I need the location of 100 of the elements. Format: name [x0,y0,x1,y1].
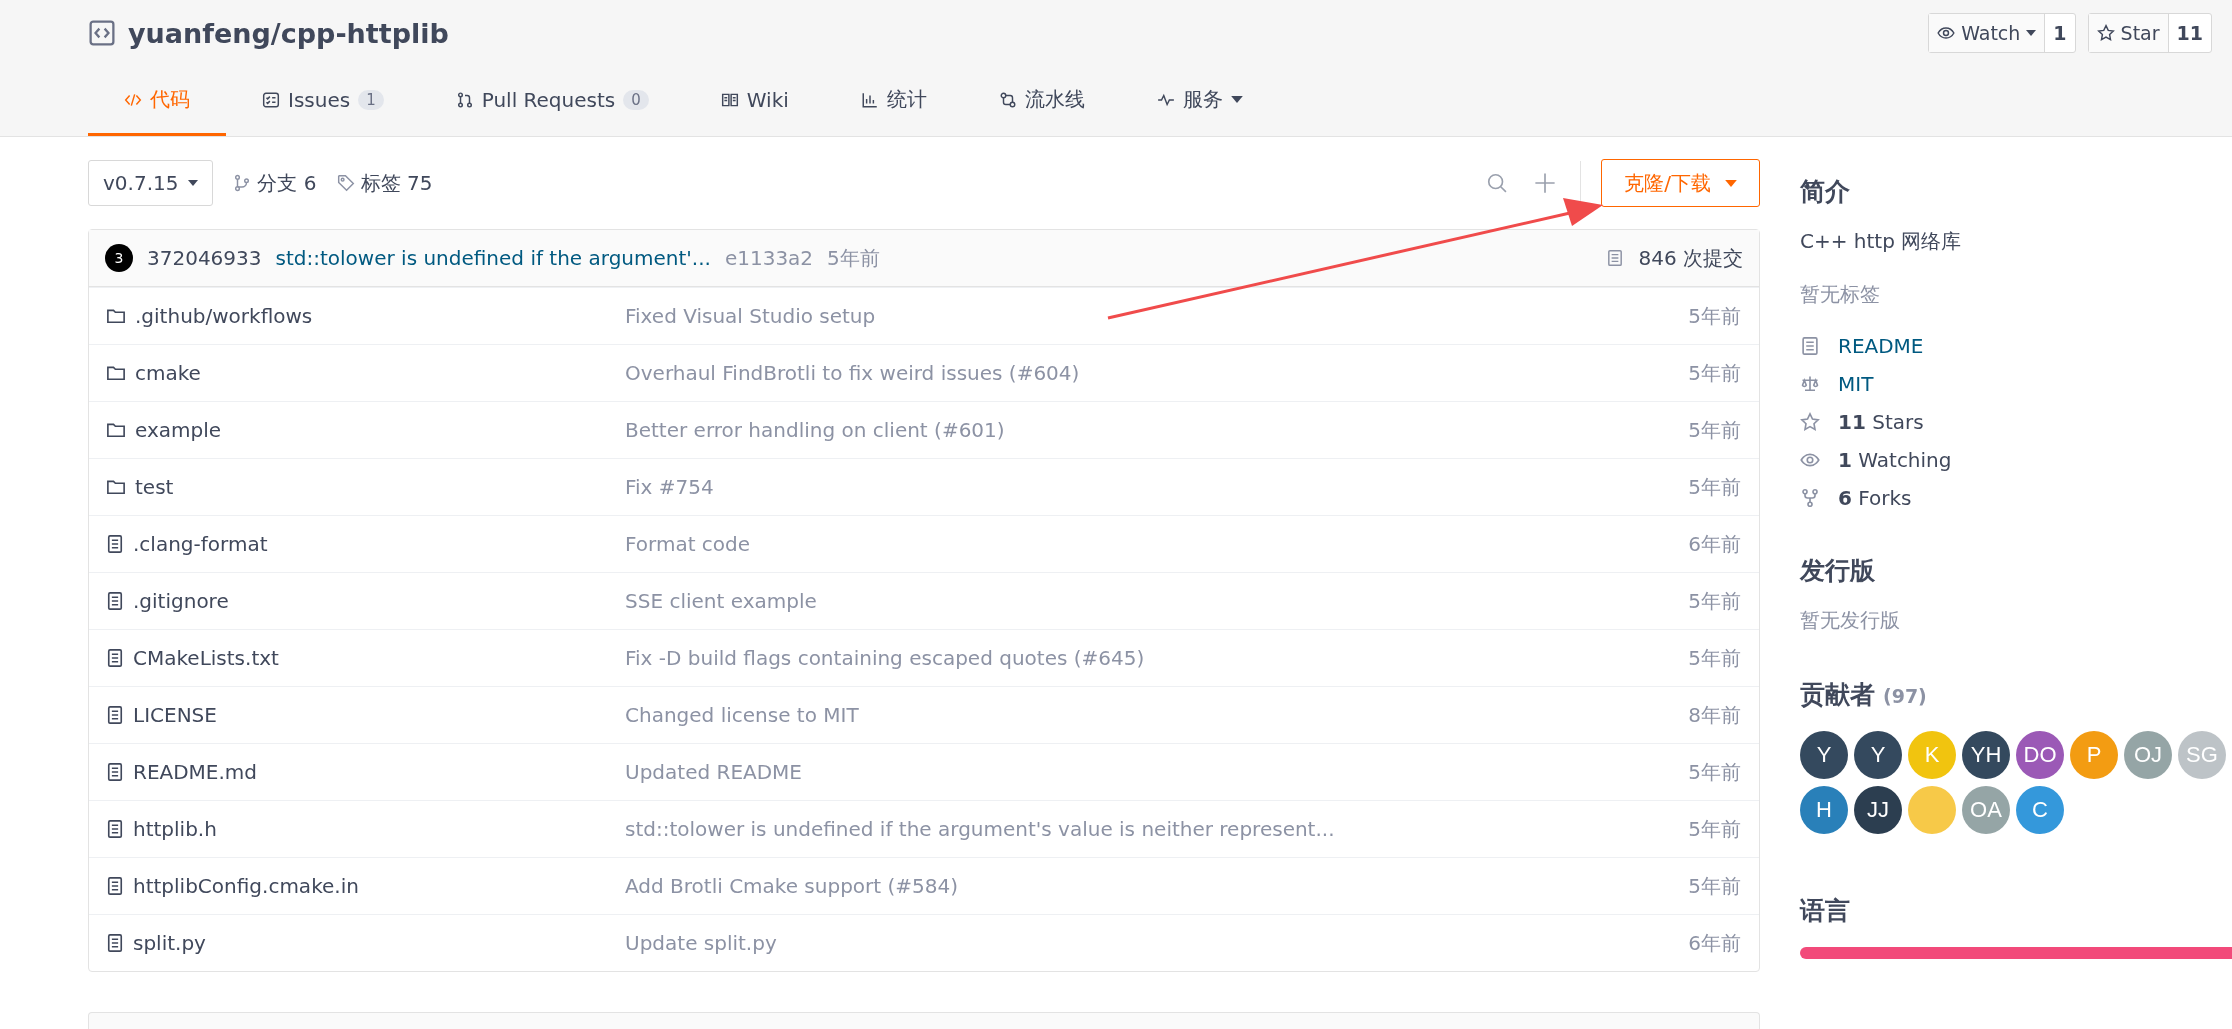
tab-label: Issues [288,87,351,112]
file-time: 5年前 [1688,359,1741,387]
file-name-link[interactable]: test [135,475,174,499]
file-time: 5年前 [1688,872,1741,900]
contributor-avatar[interactable]: H [1800,786,1848,834]
file-icon [105,648,125,668]
nav-tab[interactable]: 统计 [824,66,963,136]
file-icon [105,933,125,953]
repo-description: C++ http 网络库 [1800,228,1963,255]
file-time: 5年前 [1688,416,1741,444]
file-name-link[interactable]: README.md [133,760,258,784]
file-time: 5年前 [1688,302,1741,330]
document-icon [1606,249,1625,267]
star-icon [1800,412,1820,432]
caret-icon [1725,179,1737,187]
section-title: 贡献者 [1800,679,1875,711]
file-time: 6年前 [1688,929,1741,957]
contributor-avatar[interactable]: YH [1962,731,2010,779]
file-time: 8年前 [1688,701,1741,729]
caret-icon [2026,30,2037,36]
search-icon[interactable] [1486,172,1509,194]
file-time: 5年前 [1688,644,1741,672]
tag-icon [336,174,355,192]
nav-tab[interactable]: Pull Requests 0 [419,66,685,136]
watch-button[interactable]: Watch 1 [1928,13,2076,53]
plus-icon[interactable] [1534,172,1557,194]
code-repo-icon [88,19,116,47]
sidebar-link[interactable]: MIT [1838,372,1874,396]
fork-icon [1800,488,1820,508]
contributor-avatar[interactable]: JJ [1854,786,1902,834]
tags-link[interactable]: 标签 75 [360,169,433,197]
file-icon [105,534,125,554]
file-icon [105,591,125,611]
file-icon [105,876,125,896]
stat-link[interactable]: 6 Forks [1838,486,1912,510]
scale-icon [1800,374,1820,394]
sidebar-link[interactable]: README [1838,334,1924,358]
commit-time: 5年前 [827,244,880,272]
contributor-avatar[interactable] [1908,786,1956,834]
branch-label: v0.7.15 [103,171,179,195]
file-name-link[interactable]: .gitignore [133,589,229,613]
section-title: 语言 [1800,895,1851,927]
file-time: 5年前 [1688,587,1741,615]
star-icon [2096,24,2115,42]
contributor-avatar[interactable]: DO [2016,731,2064,779]
tab-label: 统计 [886,86,927,113]
no-tags-text: 暂无标签 [1800,281,1881,308]
pull-request-icon [455,90,474,109]
file-time: 5年前 [1688,758,1741,786]
tab-label: Pull Requests [481,87,616,112]
file-name-link[interactable]: LICENSE [133,703,217,727]
tab-label: Wiki [746,87,789,112]
count-badge: 1 [358,89,384,110]
section-title: 简介 [1800,176,1851,208]
repo-title[interactable]: yuanfeng/cpp-httplib [128,17,449,49]
file-name-link[interactable]: httplibConfig.cmake.in [133,874,359,898]
file-name-link[interactable]: httplib.h [133,817,217,841]
tab-label: 服务 [1182,86,1223,113]
watch-count: 1 [2052,22,2068,44]
file-time: 5年前 [1688,473,1741,501]
branch-dropdown[interactable]: v0.7.15 [88,160,214,206]
count-badge: 0 [623,89,649,110]
branches-link[interactable]: 分支 6 [257,169,317,197]
tab-label: 代码 [150,86,190,113]
file-name-link[interactable]: CMakeLists.txt [133,646,279,670]
star-label: Star [2120,22,2160,44]
caret-icon [188,180,199,186]
watch-label: Watch [1961,22,2021,44]
checklist-icon [262,90,280,109]
document-icon [1800,336,1820,356]
no-releases-text: 暂无发行版 [1800,607,1901,634]
bar-chart-icon [860,90,879,109]
nav-tab[interactable]: 服务 [1120,66,1279,136]
contributor-avatar[interactable]: Y [1854,731,1902,779]
file-time: 6年前 [1688,530,1741,558]
commit-message-link[interactable]: std::tolower is undefined if the argument'... [275,246,711,270]
file-name-link[interactable]: split.py [133,931,206,955]
stat-link[interactable]: 11 Stars [1838,410,1924,434]
contributor-avatar[interactable]: Y [1800,731,1848,779]
branch-icon [233,174,252,192]
file-name-link[interactable]: .clang-format [133,532,268,556]
star-button[interactable]: Star 11 [2087,13,2212,53]
file-icon [105,762,125,782]
star-count: 11 [2175,22,2204,44]
tab-label: 流水线 [1024,86,1085,113]
eye-icon [1937,24,1956,42]
author-avatar[interactable]: 3 [105,244,133,272]
pipeline-icon [998,90,1017,109]
contributor-count: (97) [1883,685,1927,707]
file-name-link[interactable]: .github/workflows [135,304,313,328]
file-icon [105,819,125,839]
stat-link[interactable]: 1 Watching [1838,448,1952,472]
nav-tab[interactable]: 流水线 [962,66,1121,136]
file-time: 5年前 [1688,815,1741,843]
nav-tab[interactable]: Issues 1 [226,66,420,136]
file-name-link[interactable]: cmake [135,361,201,385]
file-name-link[interactable]: example [135,418,222,442]
nav-tab[interactable]: Wiki [684,66,825,136]
commit-count-link[interactable]: 846 次提交 [1638,244,1743,272]
commit-author[interactable]: 372046933 [147,246,262,270]
